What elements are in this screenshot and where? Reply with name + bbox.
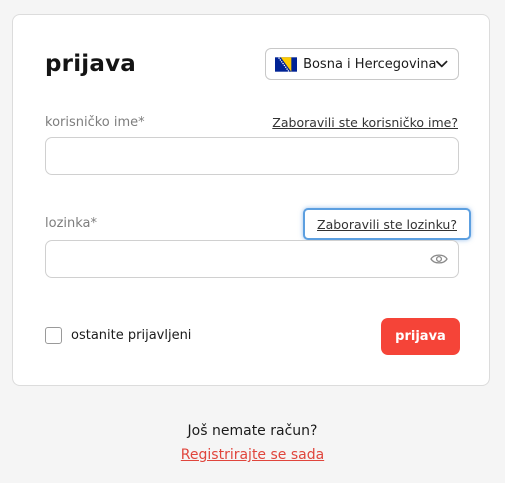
- language-select[interactable]: Bosna i Hercegovina: [265, 48, 459, 80]
- remember-label: ostanite prijavljeni: [71, 328, 192, 343]
- password-label: lozinka*: [45, 216, 98, 231]
- username-input[interactable]: [45, 137, 459, 175]
- bosnia-herzegovina-flag-icon: [275, 56, 298, 72]
- chevron-down-icon: [436, 60, 448, 68]
- signup-question: Još nemate račun?: [187, 423, 318, 439]
- password-input[interactable]: [45, 240, 459, 278]
- signup-link-row: Registrirajte se sada: [0, 447, 505, 463]
- eye-icon[interactable]: [430, 253, 448, 265]
- language-label: Bosna i Hercegovina: [303, 56, 437, 72]
- forgot-username-link[interactable]: Zaboravili ste korisničko ime?: [272, 115, 458, 130]
- login-button[interactable]: prijava: [381, 318, 460, 355]
- forgot-password-focus-ring: Zaboravili ste lozinku?: [303, 208, 471, 240]
- login-card: prijava Bosna i Hercegovina korisničko i…: [12, 14, 490, 386]
- remember-checkbox[interactable]: [45, 327, 62, 344]
- forgot-password-link[interactable]: Zaboravili ste lozinku?: [317, 217, 457, 232]
- username-label: korisničko ime*: [45, 115, 145, 130]
- page-title: prijava: [45, 51, 137, 77]
- signup-link[interactable]: Registrirajte se sada: [181, 447, 324, 463]
